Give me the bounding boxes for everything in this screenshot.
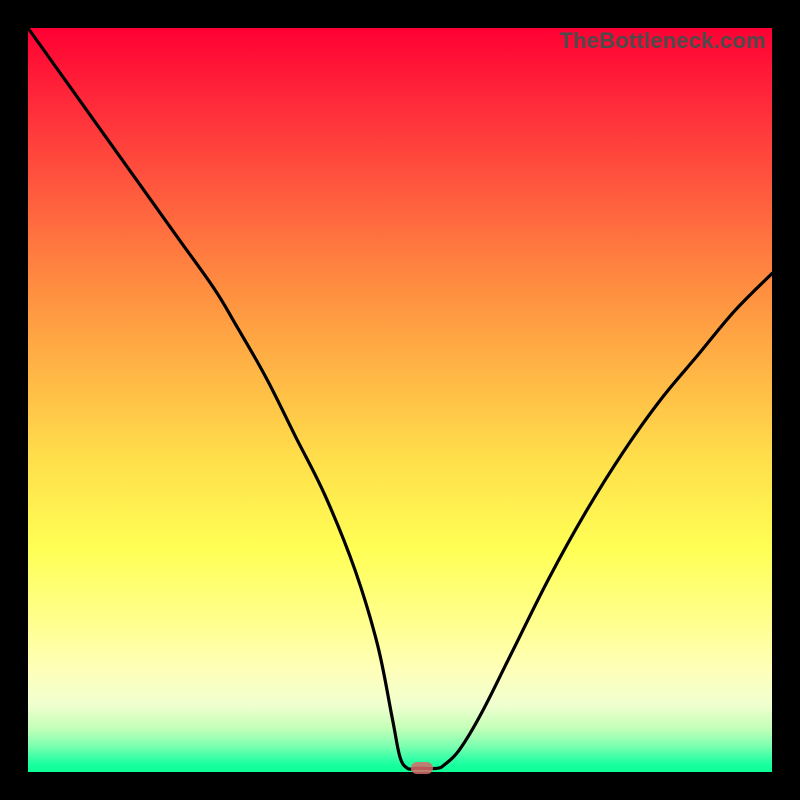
bottleneck-curve — [28, 28, 772, 772]
plot-area: TheBottleneck.com — [28, 28, 772, 772]
chart-root: TheBottleneck.com — [0, 0, 800, 800]
optimal-marker — [411, 762, 433, 774]
